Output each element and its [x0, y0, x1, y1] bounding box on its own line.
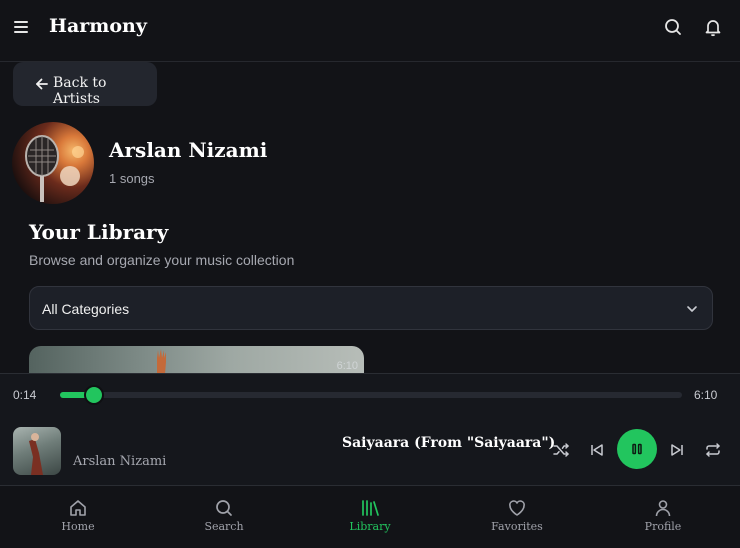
library-title: Your Library: [29, 220, 169, 244]
search-icon: [216, 500, 232, 516]
category-select[interactable]: All Categories: [29, 286, 713, 330]
nav-item-profile[interactable]: Profile: [613, 487, 713, 548]
artist-avatar: [12, 122, 94, 204]
nav-label-library: Library: [349, 520, 391, 533]
nav-label-search: Search: [204, 520, 244, 533]
previous-icon[interactable]: [588, 441, 606, 459]
current-time: 0:14: [13, 388, 37, 402]
artist-name: Arslan Nizami: [109, 138, 268, 162]
user-icon: [655, 500, 671, 517]
nav-item-favorites[interactable]: Favorites: [467, 487, 567, 548]
now-playing-artwork: [13, 427, 61, 475]
nav-label-profile: Profile: [644, 520, 682, 533]
total-time: 6:10: [694, 388, 718, 402]
pause-button[interactable]: [617, 429, 657, 469]
progress-slider[interactable]: [60, 385, 682, 405]
nav-label-home: Home: [61, 520, 95, 533]
progress-handle[interactable]: [83, 385, 104, 405]
now-playing-artist: Arslan Nizami: [73, 454, 167, 469]
back-to-artists-button[interactable]: Back to Artists: [13, 62, 157, 107]
category-select-value: All Categories: [42, 301, 130, 317]
artist-song-count: 1 songs: [109, 171, 155, 186]
top-bar: Harmony: [0, 0, 740, 62]
repeat-icon[interactable]: [704, 441, 722, 459]
next-icon[interactable]: [668, 441, 686, 459]
now-playing-title: Saiyaara (From "Saiyaara"): [342, 435, 556, 451]
nav-label-favorites: Favorites: [491, 520, 543, 533]
nav-item-home[interactable]: Home: [28, 487, 128, 548]
nav-item-search[interactable]: Search: [174, 487, 274, 548]
now-playing-bar: 0:14 6:10 Arslan Nizami Saiyaara (From "…: [0, 373, 740, 486]
search-icon[interactable]: [663, 17, 683, 37]
shuffle-icon[interactable]: [552, 441, 570, 459]
bottom-navigation: Home Search Library Favorites Profile: [0, 487, 740, 548]
library-subtitle: Browse and organize your music collectio…: [29, 252, 295, 268]
app-title: Harmony: [49, 15, 147, 37]
pause-icon: [632, 443, 642, 455]
back-button-label: Back to Artists: [53, 75, 107, 107]
heart-icon: [509, 500, 525, 516]
chevron-down-icon: [687, 306, 697, 312]
song-card-duration: 6:10: [336, 360, 358, 372]
menu-icon[interactable]: [14, 21, 28, 33]
bell-icon[interactable]: [703, 17, 723, 37]
arrow-left-icon: [36, 78, 48, 90]
home-icon: [70, 500, 86, 516]
library-icon: [362, 500, 379, 516]
nav-item-library[interactable]: Library: [320, 487, 420, 548]
microphone-image: [25, 135, 84, 202]
song-card-artwork: [157, 349, 166, 374]
